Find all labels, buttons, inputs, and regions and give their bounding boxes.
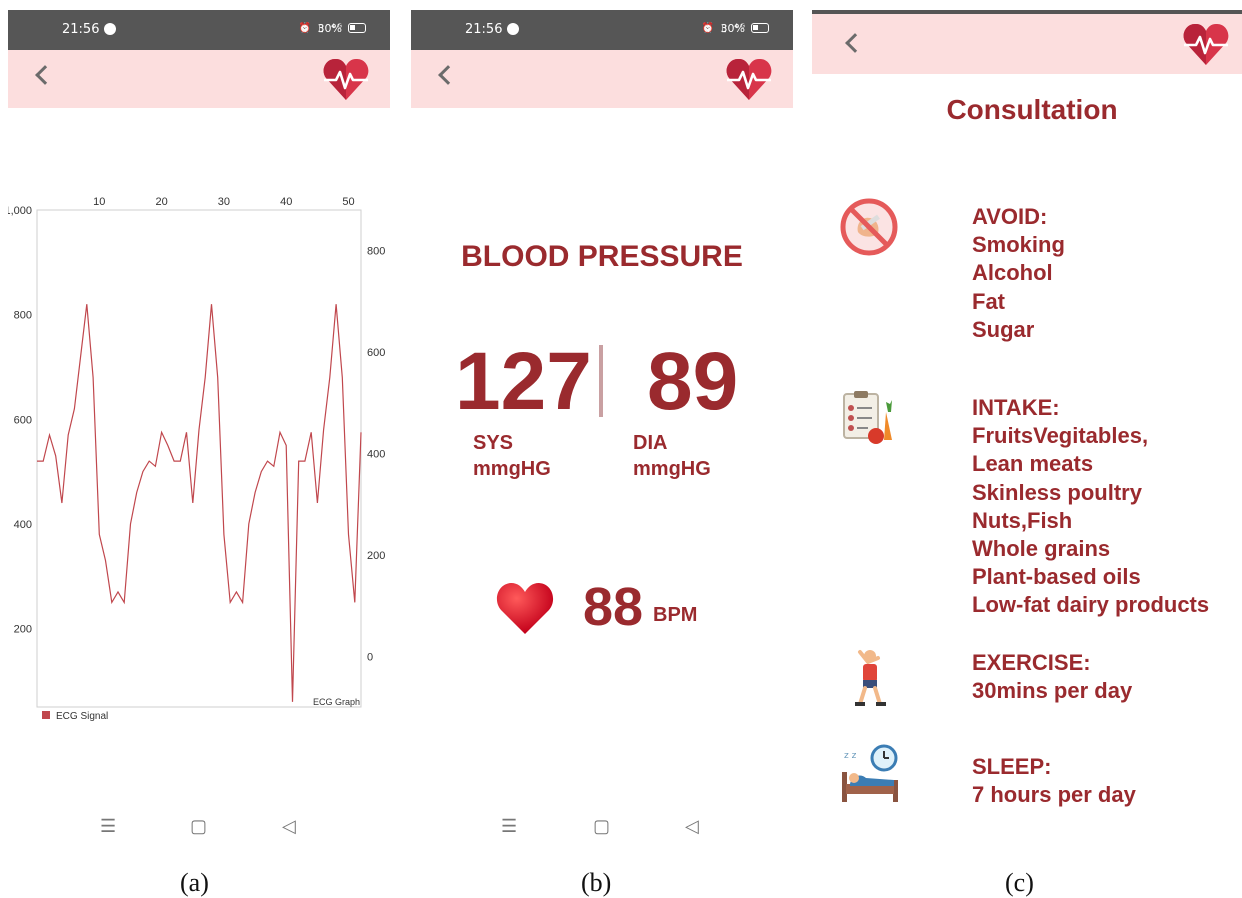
right-y-tick-label: 600: [367, 347, 385, 359]
ecg-screen: 21:56 ⏰ ▯ ⁴ᴳ 30% 10203040501,00080060040…: [8, 10, 390, 850]
intake-item: Skinless poultry: [972, 479, 1142, 505]
dia-unit-text: mmgHG: [633, 458, 711, 480]
exercise-section: EXERCISE: 30mins per day: [972, 649, 1132, 705]
right-y-tick-label: 0: [367, 651, 373, 663]
avoid-heading: AVOID:: [972, 204, 1048, 229]
consultation-title: Consultation: [946, 94, 1118, 125]
systolic-label: SYS mmgHG: [473, 430, 551, 482]
battery-percent: 30%: [720, 22, 745, 35]
caption-c: (c): [1005, 868, 1034, 897]
heart-logo-icon: [726, 58, 772, 100]
right-y-tick-label: 200: [367, 550, 385, 562]
message-icon: [507, 23, 519, 35]
app-bar: [812, 14, 1242, 74]
menu-nav-icon[interactable]: ☰: [501, 816, 517, 837]
avoid-item: Smoking: [972, 232, 1065, 258]
status-time: 21:56: [465, 22, 503, 37]
battery-icon: [751, 23, 769, 33]
home-nav-icon[interactable]: ▢: [593, 816, 610, 837]
heart-rate-unit: BPM: [653, 604, 698, 626]
diastolic-label: DIA mmgHG: [633, 430, 711, 482]
caption-a: (a): [180, 868, 209, 897]
avoid-item: Alcohol: [972, 260, 1053, 286]
avoid-item: Sugar: [972, 316, 1035, 342]
blood-pressure-screen: 21:56 ⏰ ▯ ⁴ᴳ 30% BLOOD PRESSURE 127 89 S…: [411, 10, 793, 850]
sleep-icon: z z: [842, 744, 898, 802]
left-y-tick-label: 600: [14, 414, 32, 426]
system-nav-bar: ☰ ▢ ◁: [411, 810, 793, 850]
back-button[interactable]: [438, 65, 458, 85]
sys-label-text: SYS: [473, 432, 514, 454]
chart-description: ECG Graph: [313, 697, 360, 707]
intake-item: Low-fat dairy products: [972, 592, 1210, 618]
left-y-tick-label: 400: [14, 519, 32, 531]
diet-plan-icon: [843, 391, 892, 444]
x-tick-label: 10: [93, 196, 105, 208]
exercise-item: 30mins per day: [972, 678, 1133, 704]
plot-area: [36, 209, 362, 708]
left-y-tick-label: 200: [14, 624, 32, 636]
consultation-screen: Consultation AVOID: Smoking Alcohol Fat …: [812, 10, 1242, 850]
diastolic-value: 89: [647, 336, 739, 427]
sleep-section: SLEEP: 7 hours per day: [972, 753, 1136, 809]
back-nav-icon[interactable]: ◁: [282, 816, 296, 837]
back-nav-icon[interactable]: ◁: [685, 816, 699, 837]
exercise-icon: [855, 650, 886, 706]
intake-item: Whole grains: [972, 536, 1111, 562]
heart-logo-icon: [1183, 23, 1229, 66]
home-nav-icon[interactable]: ▢: [190, 816, 207, 837]
sleep-heading: SLEEP:: [972, 754, 1052, 779]
ecg-chart: 10 20 30 40 50 1,000 800 600 400 200 800 600 400 200 0…: [8, 196, 385, 722]
sleep-item: 7 hours per day: [972, 782, 1136, 808]
legend-label: ECG Signal: [56, 711, 108, 722]
heart-rate-value: 88: [583, 577, 644, 637]
left-y-tick-label: 1,000: [8, 205, 32, 217]
sys-unit-text: mmgHG: [473, 458, 551, 480]
back-button[interactable]: [845, 33, 865, 53]
intake-section: INTAKE: FruitsVegitables, Lean meats Ski…: [972, 394, 1209, 620]
svg-text:z z: z z: [844, 751, 857, 761]
heart-icon: [496, 583, 554, 634]
caption-b: (b): [581, 868, 612, 897]
blood-pressure-title: BLOOD PRESSURE: [461, 240, 743, 273]
x-tick-label: 40: [280, 196, 292, 208]
exercise-heading: EXERCISE:: [972, 650, 1091, 675]
intake-item: Plant-based oils: [972, 564, 1141, 590]
legend-swatch: [42, 711, 50, 719]
no-smoking-icon: [840, 198, 898, 256]
intake-item: FruitsVegitables,: [972, 423, 1149, 449]
value-divider: [599, 345, 603, 417]
dia-label-text: DIA: [633, 432, 668, 454]
x-tick-label: 30: [218, 196, 230, 208]
avoid-item: Fat: [972, 288, 1005, 314]
intake-heading: INTAKE:: [972, 395, 1060, 420]
left-y-tick-label: 800: [14, 310, 32, 322]
systolic-value: 127: [455, 336, 592, 427]
x-tick-label: 50: [342, 196, 354, 208]
intake-item: Nuts,Fish: [972, 507, 1073, 533]
right-y-tick-label: 400: [367, 448, 385, 460]
system-nav-bar: ☰ ▢ ◁: [8, 810, 390, 850]
app-bar: [411, 50, 793, 108]
right-y-tick-label: 800: [367, 246, 385, 258]
x-tick-label: 20: [155, 196, 167, 208]
intake-item: Lean meats: [972, 451, 1094, 477]
avoid-section: AVOID: Smoking Alcohol Fat Sugar: [972, 203, 1065, 344]
status-bar: 21:56 ⏰ ▯ ⁴ᴳ 30%: [411, 10, 793, 50]
menu-nav-icon[interactable]: ☰: [100, 816, 116, 837]
